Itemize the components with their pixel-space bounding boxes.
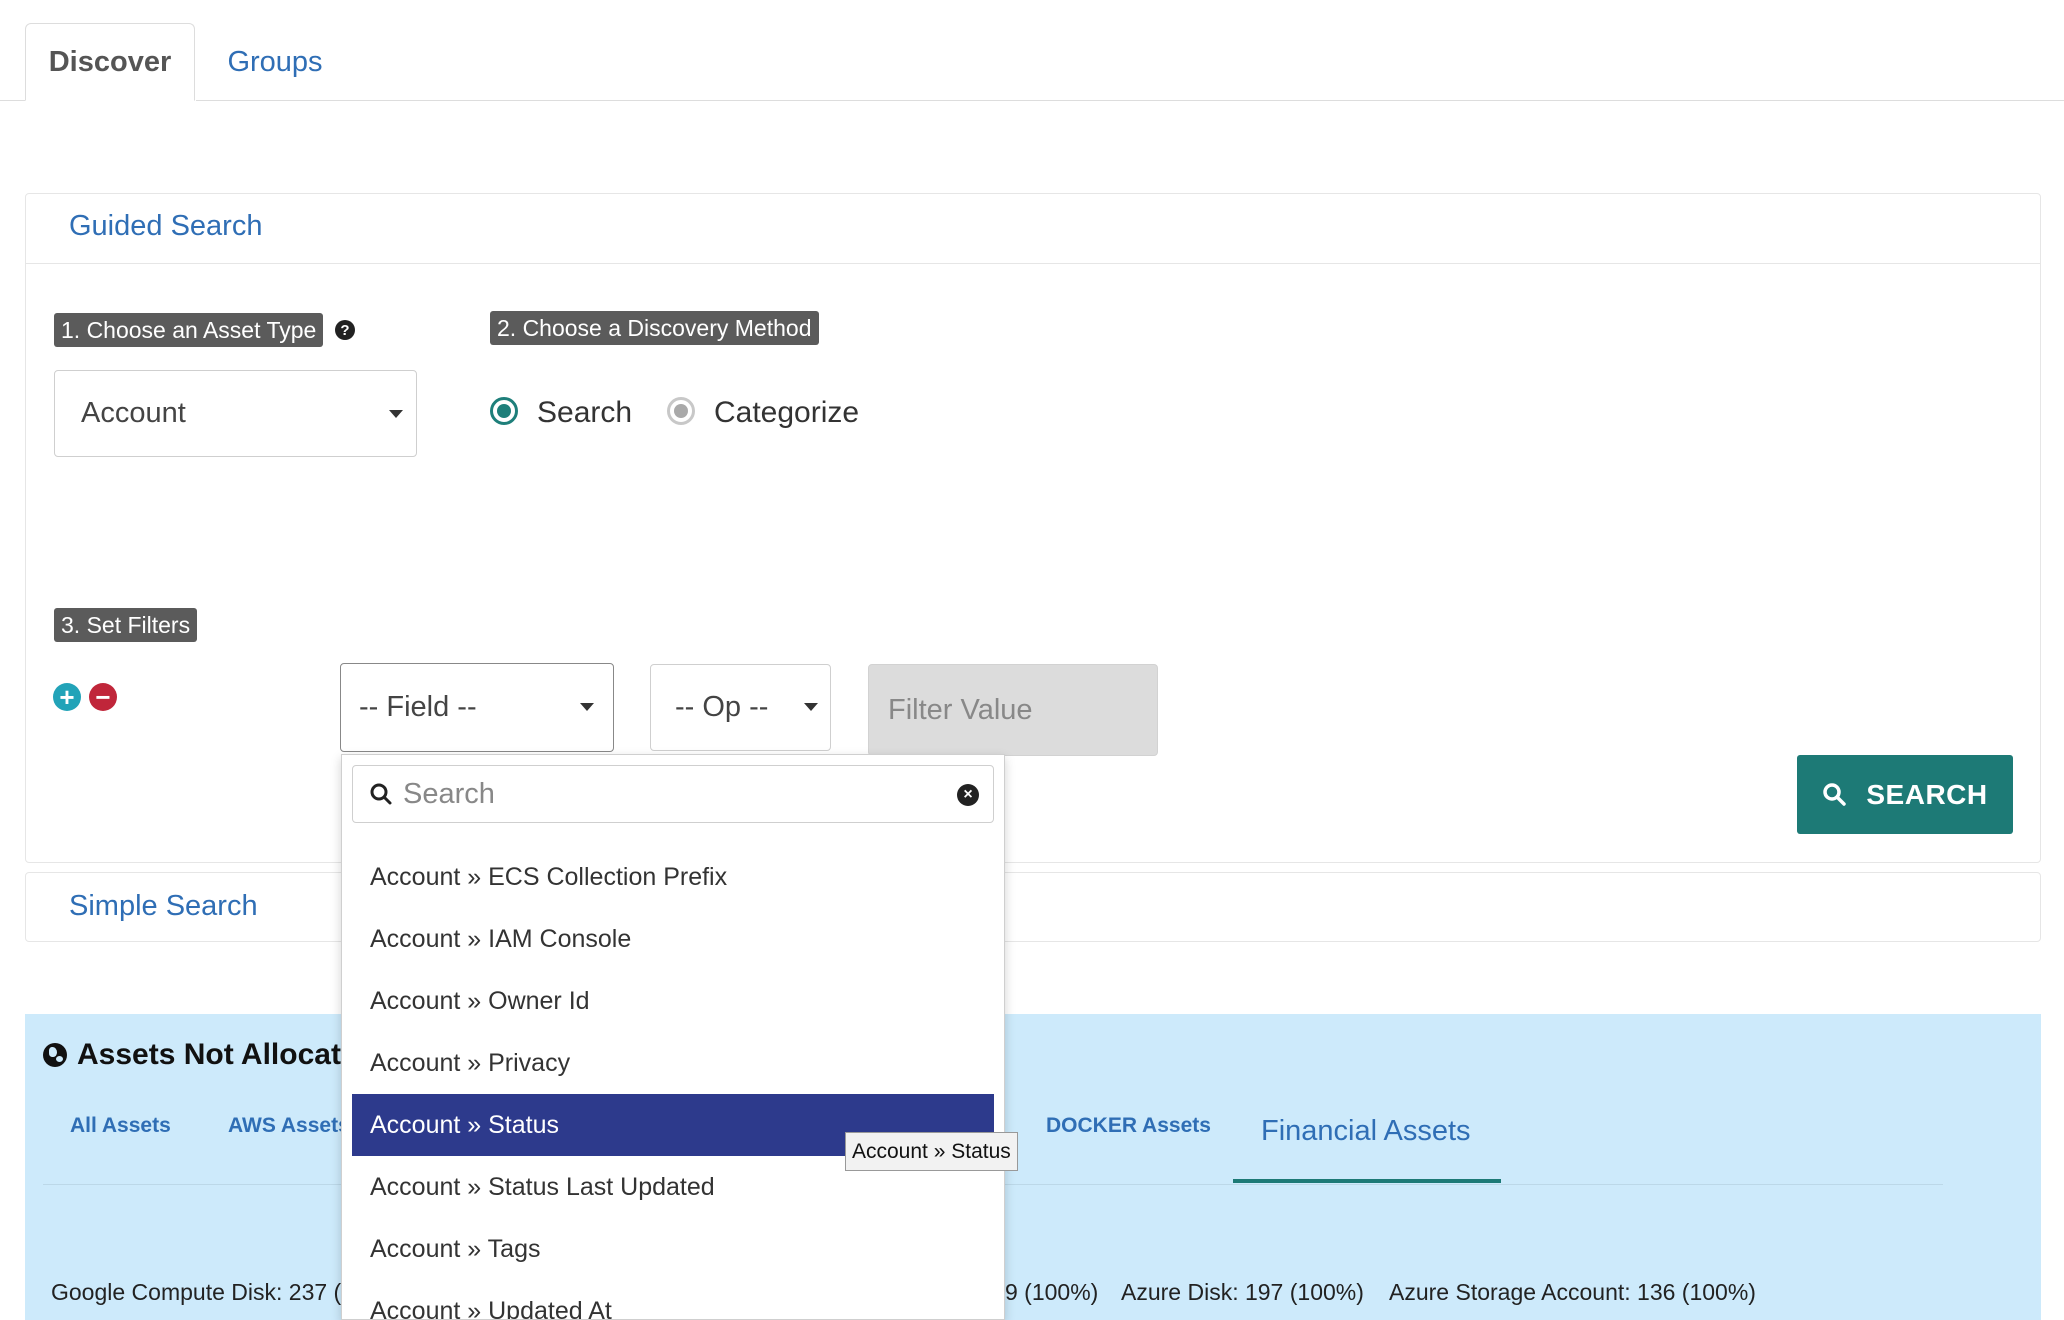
tab-groups[interactable]: Groups [200, 23, 350, 101]
step2-label: 2. Choose a Discovery Method [490, 311, 819, 345]
field-dropdown: × Account » ECS Collection Prefix Accoun… [341, 754, 1005, 1320]
asset-tab-docker[interactable]: DOCKER Assets [1046, 1114, 1211, 1138]
search-icon [370, 783, 392, 805]
search-button-label: SEARCH [1866, 778, 1988, 810]
chevron-down-icon [389, 410, 403, 418]
dropdown-item[interactable]: Account » IAM Console [352, 908, 994, 970]
clear-search-icon[interactable]: × [957, 784, 979, 806]
filter-value-placeholder: Filter Value [888, 693, 1033, 726]
tooltip: Account » Status [845, 1132, 1018, 1171]
dropdown-item[interactable]: Account » Updated At [352, 1280, 994, 1320]
stat-azure-storage-account: Azure Storage Account: 136 (100%) [1389, 1279, 1756, 1305]
tabbar-divider [196, 100, 2064, 101]
radio-categorize[interactable] [667, 397, 695, 425]
dropdown-item[interactable]: Account » Privacy [352, 1032, 994, 1094]
asset-type-select[interactable]: Account [54, 370, 417, 457]
field-chevron-down-icon [580, 703, 594, 711]
remove-filter-icon[interactable]: − [89, 683, 117, 711]
stat-azure-disk: Azure Disk: 197 (100%) [1121, 1279, 1364, 1305]
step1-label: 1. Choose an Asset Type [54, 313, 324, 347]
field-select[interactable]: -- Field -- [340, 663, 614, 752]
stat-google-compute-disk: Google Compute Disk: 237 ( [51, 1279, 342, 1305]
dropdown-search-box[interactable]: × [352, 765, 994, 823]
dropdown-search-input[interactable] [401, 776, 925, 812]
guided-search-panel [25, 193, 2041, 863]
field-select-value: -- Field -- [359, 691, 477, 723]
add-filter-icon[interactable]: + [53, 683, 81, 711]
tabbar-divider-left [0, 100, 25, 101]
step3-label: 3. Set Filters [54, 608, 198, 642]
assets-title-text: Assets Not Allocated [77, 1038, 376, 1071]
assets-not-allocated-title: Assets Not Allocated [43, 1038, 376, 1072]
question-circle-icon[interactable]: ? [335, 320, 355, 340]
dropdown-item[interactable]: Account » Owner Id [352, 970, 994, 1032]
search-button[interactable]: SEARCH [1797, 755, 2013, 834]
asset-type-value: Account [81, 397, 186, 429]
tab-discover[interactable]: Discover [25, 23, 195, 101]
radio-categorize-label[interactable]: Categorize [714, 396, 859, 430]
op-chevron-down-icon [804, 703, 818, 711]
stat-partial: 9 (100%) [1005, 1279, 1099, 1305]
filter-value-input[interactable]: Filter Value [868, 664, 1158, 756]
radio-search[interactable] [490, 397, 518, 425]
op-select-value: -- Op -- [675, 691, 769, 723]
guided-search-header[interactable] [25, 193, 2041, 264]
guided-search-title[interactable]: Guided Search [69, 210, 262, 243]
asset-tab-active-indicator [1233, 1179, 1501, 1183]
search-icon [1823, 782, 1847, 806]
asset-tab-aws[interactable]: AWS Assets [228, 1114, 350, 1138]
radio-search-label[interactable]: Search [537, 396, 632, 430]
simple-search-panel[interactable] [25, 872, 2041, 942]
asset-tab-all[interactable]: All Assets [70, 1114, 171, 1138]
dropdown-item[interactable]: Account » Tags [352, 1218, 994, 1280]
asset-tab-financial[interactable]: Financial Assets [1261, 1115, 1471, 1148]
globe-icon [43, 1043, 67, 1067]
dropdown-item[interactable]: Account » ECS Collection Prefix [352, 846, 994, 908]
simple-search-title[interactable]: Simple Search [69, 890, 258, 923]
